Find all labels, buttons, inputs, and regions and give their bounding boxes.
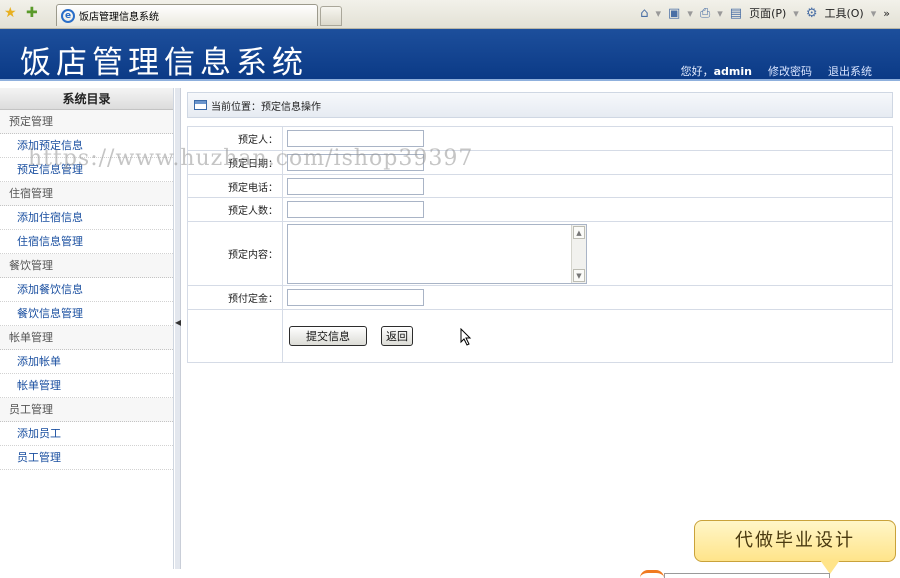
- chevron-overflow-icon[interactable]: »: [883, 7, 890, 20]
- content-textarea[interactable]: ▲ ▼: [287, 223, 587, 284]
- ie-icon: e: [61, 8, 75, 23]
- promo-bubble[interactable]: 代做毕业设计: [694, 520, 896, 562]
- orange-mark: [640, 570, 664, 578]
- scroll-up-icon[interactable]: ▲: [573, 225, 585, 239]
- deposit-input[interactable]: [287, 289, 424, 306]
- scroll-down-icon[interactable]: ▼: [573, 268, 585, 282]
- promo-tail: [820, 560, 840, 574]
- page-icon: ▤: [729, 5, 743, 21]
- sidebar-item-add-staff[interactable]: 添加员工: [0, 422, 173, 446]
- add-favorites-icon[interactable]: ✚: [26, 5, 38, 21]
- header-banner: 饭店管理信息系统 您好，admin 修改密码 退出系统: [0, 29, 900, 81]
- browser-tab[interactable]: e 饭店管理信息系统: [56, 4, 318, 26]
- sidebar-item-add-dining[interactable]: 添加餐饮信息: [0, 278, 173, 302]
- tools-menu[interactable]: 工具(O): [824, 5, 863, 21]
- phone-input[interactable]: [287, 177, 424, 195]
- page-menu[interactable]: 页面(P): [749, 5, 786, 21]
- print-icon[interactable]: ⎙: [700, 6, 710, 21]
- deposit-label: 预付定金：: [187, 285, 283, 310]
- count-label: 预定人数：: [187, 197, 283, 222]
- textarea-scrollbar[interactable]: ▲ ▼: [571, 224, 586, 283]
- new-tab-button[interactable]: [320, 6, 342, 26]
- dropdown-icon[interactable]: ▾: [717, 7, 723, 20]
- window-icon: [194, 100, 207, 110]
- count-input[interactable]: [287, 201, 424, 218]
- breadcrumb-text: 当前位置：预定信息操作: [211, 101, 321, 113]
- sidebar-group-reservation[interactable]: 预定管理: [0, 110, 173, 134]
- sidebar-item-manage-dining[interactable]: 餐饮信息管理: [0, 302, 173, 326]
- phone-label: 预定电话：: [187, 174, 283, 198]
- dropdown-icon[interactable]: ▾: [655, 7, 661, 20]
- site-title: 饭店管理信息系统: [20, 45, 308, 81]
- mouse-cursor-icon: [460, 328, 472, 346]
- gear-icon: ⚙: [805, 5, 818, 21]
- content-label: 预定内容：: [187, 221, 283, 286]
- booker-input[interactable]: [287, 130, 424, 147]
- greeting: 您好，admin: [681, 63, 752, 79]
- sidebar-group-staff[interactable]: 员工管理: [0, 398, 173, 422]
- tab-title: 饭店管理信息系统: [79, 12, 159, 23]
- button-row: 提交信息 返回: [287, 326, 892, 346]
- change-password-link[interactable]: 修改密码: [768, 63, 812, 79]
- browser-toolbar: ★ ✚ e 饭店管理信息系统 ⌂ ▾ ▣ ▾ ⎙ ▾ ▤ 页面(P) ▾ ⚙ 工…: [0, 0, 900, 29]
- sidebar-title: 系统目录: [0, 88, 173, 110]
- sidebar-group-bill[interactable]: 帐单管理: [0, 326, 173, 350]
- sidebar-item-manage-staff[interactable]: 员工管理: [0, 446, 173, 470]
- submit-button[interactable]: 提交信息: [289, 326, 367, 346]
- greeting-text: 您好，: [680, 65, 714, 78]
- sidebar-item-manage-lodging[interactable]: 住宿信息管理: [0, 230, 173, 254]
- favorites-star-icon[interactable]: ★: [4, 5, 17, 21]
- username: admin: [713, 65, 752, 78]
- sidebar-item-add-lodging[interactable]: 添加住宿信息: [0, 206, 173, 230]
- user-bar: 您好，admin 修改密码 退出系统: [681, 63, 872, 79]
- watermark: https://www.huzhan.com/ishop39397: [28, 146, 474, 171]
- breadcrumb: 当前位置：预定信息操作: [187, 92, 893, 118]
- sidebar-group-lodging[interactable]: 住宿管理: [0, 182, 173, 206]
- sidebar-item-manage-bill[interactable]: 帐单管理: [0, 374, 173, 398]
- back-button[interactable]: 返回: [381, 326, 413, 346]
- sidebar-group-dining[interactable]: 餐饮管理: [0, 254, 173, 278]
- button-row-label: [187, 309, 283, 363]
- home-icon[interactable]: ⌂: [640, 6, 648, 21]
- dropdown-icon[interactable]: ▾: [687, 7, 693, 20]
- feeds-icon[interactable]: ▣: [668, 6, 680, 21]
- sidebar-item-add-bill[interactable]: 添加帐单: [0, 350, 173, 374]
- dropdown-icon[interactable]: ▾: [871, 7, 877, 20]
- logout-link[interactable]: 退出系统: [828, 63, 872, 79]
- dropdown-icon[interactable]: ▾: [793, 7, 799, 20]
- bottom-box: [664, 573, 830, 578]
- command-bar: ⌂ ▾ ▣ ▾ ⎙ ▾ ▤ 页面(P) ▾ ⚙ 工具(O) ▾ »: [640, 5, 890, 21]
